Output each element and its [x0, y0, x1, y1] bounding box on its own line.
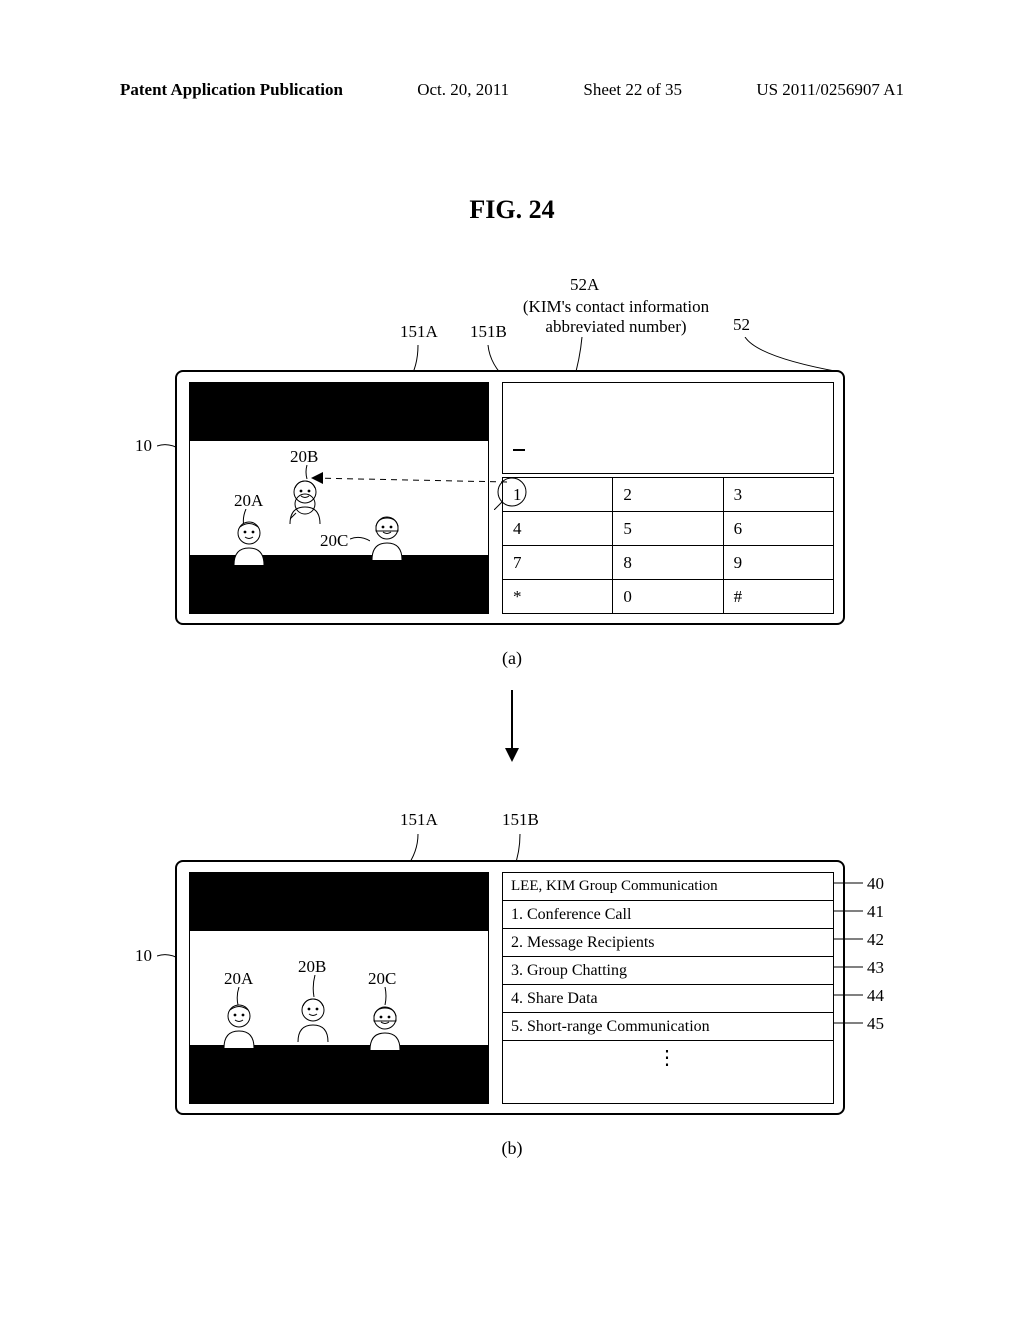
caption-a: (a) — [502, 648, 522, 669]
label-44: 44 — [867, 986, 884, 1006]
label-20C-b: 20C — [368, 969, 396, 989]
label-52A-desc: (KIM's contact information abbreviated n… — [496, 297, 736, 337]
menu-item-1[interactable]: 1. Conference Call — [503, 901, 833, 929]
leader-20C-a — [350, 535, 370, 545]
label-43: 43 — [867, 958, 884, 978]
avatar-20C-a — [368, 513, 406, 561]
key-0[interactable]: 0 — [613, 580, 723, 614]
publication-date: Oct. 20, 2011 — [417, 80, 509, 100]
keypad: 1 2 3 4 5 6 7 8 9 * 0 # — [502, 477, 834, 614]
dial-cursor-icon — [513, 449, 525, 451]
avatar-20B-b — [294, 995, 332, 1043]
key-9[interactable]: 9 — [724, 546, 834, 580]
drag-arrow-icon — [297, 464, 507, 494]
key-4[interactable]: 4 — [503, 512, 613, 546]
key-8[interactable]: 8 — [613, 546, 723, 580]
avatar-20C-b — [366, 1003, 404, 1051]
publication-number: US 2011/0256907 A1 — [756, 80, 904, 100]
label-52: 52 — [733, 315, 750, 335]
label-20A-b: 20A — [224, 969, 253, 989]
label-151A-b: 151A — [400, 810, 438, 830]
key-3[interactable]: 3 — [724, 478, 834, 512]
label-40: 40 — [867, 874, 884, 894]
key-5[interactable]: 5 — [613, 512, 723, 546]
avatar-20A-b — [220, 1001, 258, 1049]
key-7[interactable]: 7 — [503, 546, 613, 580]
label-20A-a: 20A — [234, 491, 263, 511]
screen-left-b: 20A 20B 20C — [189, 872, 489, 1104]
label-20B-b: 20B — [298, 957, 326, 977]
screen-bar-top-b — [190, 873, 488, 931]
sheet-number: Sheet 22 of 35 — [583, 80, 682, 100]
avatar-20A-a — [230, 518, 268, 566]
device-frame-a: 20B 20A 20C — [175, 370, 845, 625]
screen-right-b: LEE, KIM Group Communication 1. Conferen… — [502, 872, 834, 1104]
menu-item-5[interactable]: 5. Short-range Communication — [503, 1013, 833, 1041]
screen-right-a: 1 2 3 4 5 6 7 8 9 * 0 # — [502, 382, 834, 614]
label-20C-a: 20C — [320, 531, 348, 551]
label-10-a: 10 — [135, 436, 152, 456]
label-41: 41 — [867, 902, 884, 922]
menu-item-3[interactable]: 3. Group Chatting — [503, 957, 833, 985]
dial-display — [502, 382, 834, 474]
caption-b: (b) — [502, 1138, 523, 1159]
menu-ellipsis: ⋮ — [503, 1041, 833, 1070]
panel-a: 10 20B 20A 20C — [175, 370, 845, 635]
figure-title: FIG. 24 — [469, 195, 554, 225]
menu-item-4[interactable]: 4. Share Data — [503, 985, 833, 1013]
label-52A: 52A — [570, 275, 599, 295]
publication-label: Patent Application Publication — [120, 80, 343, 100]
menu-header: LEE, KIM Group Communication — [503, 873, 833, 901]
down-arrow-icon — [502, 690, 522, 762]
label-151B-b: 151B — [502, 810, 539, 830]
panel-b: 10 20A 20B 20C LEE, KIM Group Communicat… — [175, 860, 845, 1120]
key-2[interactable]: 2 — [613, 478, 723, 512]
key-6[interactable]: 6 — [724, 512, 834, 546]
device-frame-b: 20A 20B 20C LEE, KIM Group Communication… — [175, 860, 845, 1115]
screen-left-a: 20B 20A 20C — [189, 382, 489, 614]
key-hash[interactable]: # — [724, 580, 834, 614]
label-10-b: 10 — [135, 946, 152, 966]
screen-bar-bottom-b — [190, 1045, 488, 1103]
screen-bar-top — [190, 383, 488, 441]
leader-lines-menu — [833, 878, 867, 1038]
leader-20B-b — [310, 975, 320, 997]
page-header: Patent Application Publication Oct. 20, … — [0, 80, 1024, 100]
label-45: 45 — [867, 1014, 884, 1034]
menu-item-2[interactable]: 2. Message Recipients — [503, 929, 833, 957]
key-star[interactable]: * — [503, 580, 613, 614]
label-42: 42 — [867, 930, 884, 950]
